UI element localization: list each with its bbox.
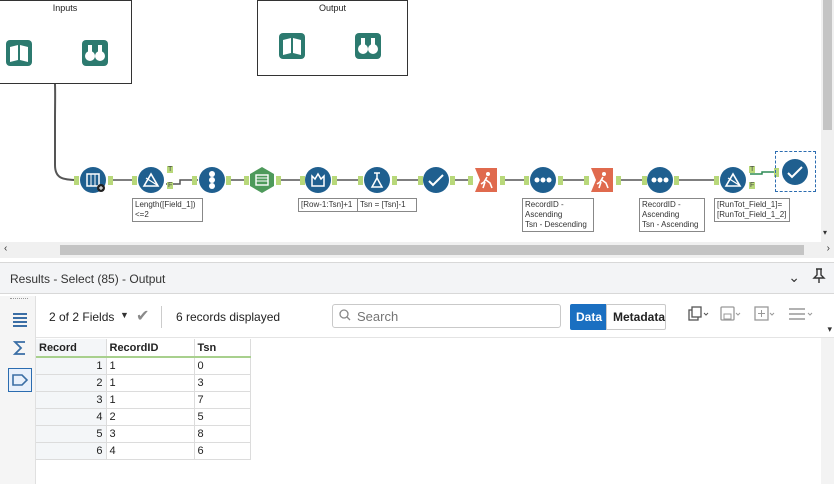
annotation-multi-row: [Row-1:Tsn]+1: [298, 198, 358, 212]
output-container-title: Output: [318, 3, 347, 13]
output-browse-binoculars-icon[interactable]: [354, 32, 382, 60]
record-cell: 4: [36, 408, 107, 426]
filter-true-anchor: T: [167, 166, 174, 173]
inputs-container-title: Inputs: [52, 3, 78, 13]
canvas-vertical-scroll-thumb[interactable]: [823, 0, 832, 130]
checkmark-icon[interactable]: ✔: [136, 306, 149, 326]
tsn-cell: 5: [194, 408, 251, 426]
add-column-icon[interactable]: [754, 306, 776, 326]
filter2-false-anchor: F: [749, 182, 756, 189]
filter-false-anchor: F: [167, 182, 174, 189]
annotation-filter-2: [RunTot_Field_1]= [RunTot_Field_1_2]: [714, 198, 790, 222]
select-icon[interactable]: [248, 166, 276, 194]
annotation-sort-2: RecordID - Ascending Tsn - Ascending: [639, 198, 705, 232]
data-tab-button[interactable]: Data: [570, 304, 606, 330]
workflow-canvas[interactable]: Inputs Output T F T F Length([Field_1]) …: [0, 0, 834, 258]
annotation-formula: Tsn = [Tsn]-1: [357, 198, 417, 212]
column-header-record[interactable]: Record: [36, 339, 107, 358]
metadata-tab-button[interactable]: Metadata: [606, 304, 666, 330]
recordid-cell: 1: [106, 391, 195, 409]
table-row[interactable]: 3 1 7: [36, 391, 251, 409]
copy-icon[interactable]: [688, 306, 710, 326]
recordid-cell: 2: [106, 408, 195, 426]
grip-handle[interactable]: [10, 298, 28, 300]
running-total-icon-2[interactable]: [588, 166, 616, 194]
tsn-cell: 3: [194, 374, 251, 392]
table-vertical-scrollbar[interactable]: [821, 338, 834, 484]
search-box[interactable]: [332, 304, 561, 328]
search-icon: [339, 309, 351, 324]
records-count: 6 records displayed: [176, 310, 281, 324]
chevron-down-icon[interactable]: ⌄: [788, 269, 800, 286]
record-cell: 6: [36, 442, 107, 460]
search-input[interactable]: [355, 307, 555, 325]
recordid-cell: 3: [106, 425, 195, 443]
column-header-tsn[interactable]: Tsn: [194, 339, 251, 358]
tsn-cell: 8: [194, 425, 251, 443]
table-row[interactable]: 2 1 3: [36, 374, 251, 392]
table-row[interactable]: 1 1 0: [36, 357, 251, 375]
scroll-right-arrow-icon[interactable]: ›: [827, 243, 830, 254]
record-cell: 5: [36, 425, 107, 443]
browse-binoculars-icon[interactable]: [81, 39, 109, 67]
table-view-icon[interactable]: [8, 308, 32, 332]
recordid-cell: 1: [106, 374, 195, 392]
multi-row-formula-icon[interactable]: [304, 166, 332, 194]
formula-icon[interactable]: [363, 166, 391, 194]
annotation-sort-1: RecordID - Ascending Tsn - Descending: [522, 198, 594, 232]
canvas-horizontal-scroll-thumb[interactable]: [60, 245, 804, 255]
record-cell: 3: [36, 391, 107, 409]
sort-icon-1[interactable]: [529, 166, 557, 194]
table-scroll-up-icon[interactable]: ▾: [827, 324, 832, 335]
unique-icon-2[interactable]: [781, 158, 809, 186]
record-cell: 1: [36, 357, 107, 375]
table-header-row: Record RecordID Tsn: [36, 339, 251, 358]
table-row[interactable]: 5 3 8: [36, 425, 251, 443]
running-total-icon-1[interactable]: [472, 166, 500, 194]
results-toolbar: 2 of 2 Fields ▼ ✔ 6 records displayed Da…: [36, 296, 834, 338]
menu-icon[interactable]: [788, 306, 814, 326]
input-data-icon[interactable]: [5, 39, 33, 67]
record-cell: 2: [36, 374, 107, 392]
column-header-recordid[interactable]: RecordID: [106, 339, 195, 358]
annotation-filter-1: Length([Field_1]) <=2: [132, 198, 203, 222]
toolbar-divider: [161, 306, 162, 328]
canvas-horizontal-scrollbar[interactable]: ‹ ›: [0, 242, 834, 258]
scroll-down-arrow-icon[interactable]: ▾: [823, 228, 827, 237]
tsn-cell: 6: [194, 442, 251, 460]
fields-dropdown[interactable]: 2 of 2 Fields: [49, 310, 114, 324]
recordid-cell: 1: [106, 357, 195, 375]
output-input-icon[interactable]: [278, 32, 306, 60]
tsn-cell: 0: [194, 357, 251, 375]
unique-icon-1[interactable]: [422, 166, 450, 194]
filter2-true-anchor: T: [749, 166, 756, 173]
tsn-cell: 7: [194, 391, 251, 409]
canvas-vertical-scrollbar[interactable]: ▾: [821, 0, 834, 242]
filter-icon[interactable]: [137, 166, 165, 194]
summarize-sigma-icon[interactable]: [8, 336, 32, 360]
table-row[interactable]: 6 4 6: [36, 442, 251, 460]
results-title: Results - Select (85) - Output: [10, 272, 166, 286]
table-row[interactable]: 4 2 5: [36, 408, 251, 426]
pin-icon[interactable]: [812, 268, 826, 287]
tag-view-icon[interactable]: [8, 368, 32, 392]
fields-dropdown-caret-icon[interactable]: ▼: [120, 310, 129, 320]
results-side-rail: [0, 296, 36, 484]
recordid-cell: 4: [106, 442, 195, 460]
results-header: Results - Select (85) - Output ⌄: [0, 262, 834, 294]
filter-icon-2[interactable]: [719, 166, 747, 194]
results-table: Record RecordID Tsn 1 1 0 2 1 3 3 1 7 4 …: [36, 339, 251, 460]
record-id-icon[interactable]: [198, 166, 226, 194]
save-icon[interactable]: [720, 306, 742, 326]
text-to-columns-icon[interactable]: [79, 166, 107, 194]
scroll-left-arrow-icon[interactable]: ‹: [4, 243, 7, 254]
sort-icon-2[interactable]: [646, 166, 674, 194]
